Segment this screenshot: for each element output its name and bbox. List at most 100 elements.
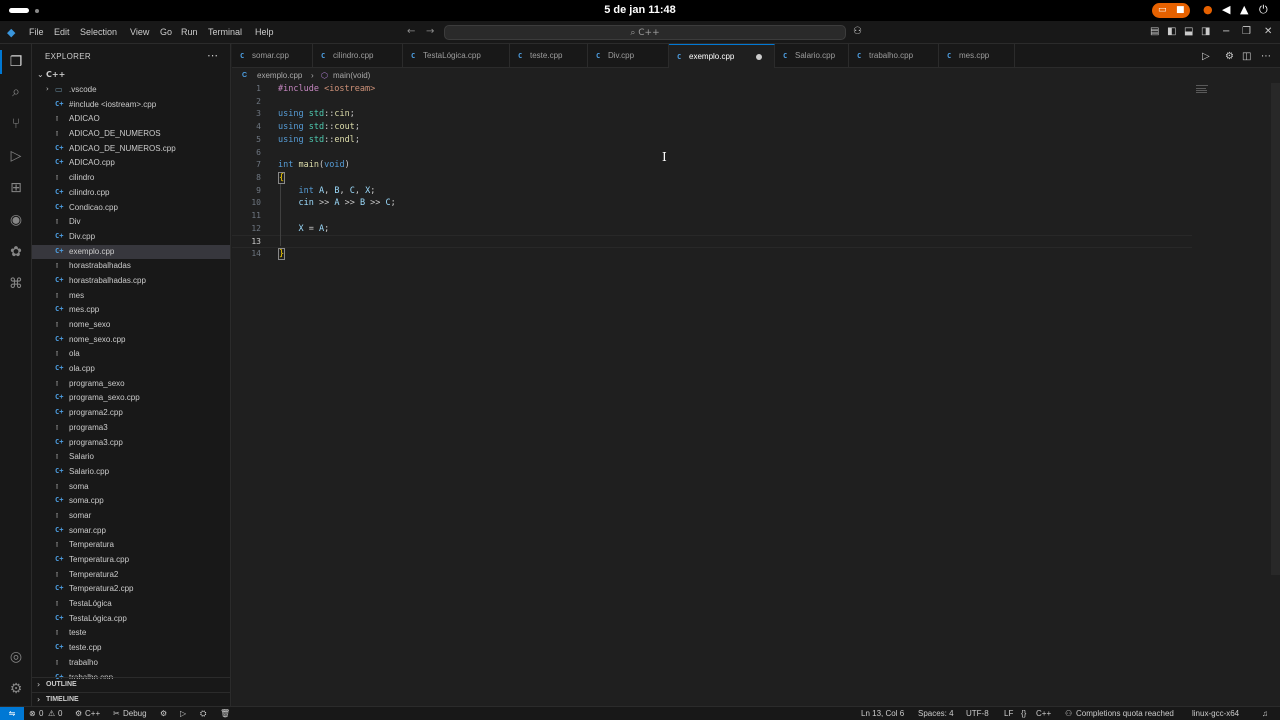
maximize-icon[interactable]: ❐ [1242, 26, 1251, 37]
file-item[interactable]: C+ ADICAO_DE_NUMEROS.cpp [32, 142, 230, 157]
code-line[interactable]: 10 cin >> A >> B >> C; [232, 197, 1192, 210]
accounts-icon[interactable]: ◎ [6, 647, 26, 667]
code-line[interactable]: 11 [232, 210, 1192, 223]
cpp-configuration[interactable]: linux-gcc-x64 [1192, 709, 1239, 718]
file-item[interactable]: C+ Condicao.cpp [32, 201, 230, 216]
file-item[interactable]: ▯ programa_sexo [32, 377, 230, 392]
menu-terminal[interactable]: Terminal [208, 27, 242, 37]
power-icon[interactable]: ⏻ [1259, 3, 1268, 17]
build-icon[interactable]: ⚙ [160, 709, 167, 718]
file-item[interactable]: C+ Salario.cpp [32, 465, 230, 480]
editor-tab[interactable]: Cteste.cpp [510, 44, 588, 68]
code-line[interactable]: 14} [232, 248, 1192, 261]
source-control-icon[interactable]: ⑂ [6, 114, 26, 134]
language-mode[interactable]: C++ [1036, 709, 1051, 718]
code-line[interactable]: 3 using std::cin; [232, 108, 1192, 121]
file-item[interactable]: ▯ mes [32, 289, 230, 304]
chatgpt-icon[interactable]: ✿ [6, 242, 26, 262]
vertical-scrollbar[interactable] [1271, 83, 1280, 575]
file-item[interactable]: C+ Temperatura2.cpp [32, 582, 230, 597]
editor-tab[interactable]: Cmes.cpp [939, 44, 1015, 68]
file-item[interactable]: C+ Temperatura.cpp [32, 553, 230, 568]
menu-go[interactable]: Go [160, 27, 172, 37]
editor-tab[interactable]: C Div.cpp [588, 44, 669, 68]
screen-cast-indicator[interactable]: ▭ ■ [1152, 3, 1190, 18]
workspace-folder-header[interactable]: ⌄ C++ [32, 69, 230, 83]
code-line[interactable]: 9 int A, B, C, X; [232, 185, 1192, 198]
code-line[interactable]: 1 #include <iostream> [232, 83, 1192, 96]
toggle-panel-icon[interactable]: ⬓ [1184, 26, 1193, 37]
warnings-count[interactable]: 0 [58, 709, 62, 718]
toggle-sidebar-icon[interactable]: ◧ [1167, 26, 1176, 37]
menu-run[interactable]: Run [181, 27, 198, 37]
file-item[interactable]: C+ #include <iostream>.cpp [32, 98, 230, 113]
language-status-left[interactable]: C++ [85, 709, 100, 718]
remote-explorer-icon[interactable]: ◉ [6, 210, 26, 230]
code-editor[interactable]: 1 #include <iostream> 2 3 using std::cin; 4 us… [232, 83, 1280, 706]
editor-tab[interactable]: Csomar.cpp [232, 44, 313, 68]
search-icon[interactable]: ⌕ [6, 82, 26, 102]
file-item[interactable]: C+ nome_sexo.cpp [32, 333, 230, 348]
more-actions-icon[interactable]: ⋯ [207, 49, 218, 62]
settings-gear-icon[interactable]: ⚙ [6, 679, 26, 699]
code-line[interactable]: 13 [232, 235, 1192, 249]
volume-icon[interactable]: ◀ [1222, 3, 1230, 16]
code-line[interactable]: 8{ [232, 171, 1192, 185]
split-editor-icon[interactable]: ◫ [1242, 51, 1251, 62]
file-item[interactable]: C+ Div.cpp [32, 230, 230, 245]
breadcrumb-file[interactable]: exemplo.cpp [257, 71, 302, 80]
file-item[interactable]: ▯ cilindro [32, 171, 230, 186]
editor-tab[interactable]: Ccilindro.cpp [313, 44, 403, 68]
warning-icon[interactable]: ⚠ [48, 709, 55, 718]
code-line[interactable]: 2 [232, 96, 1192, 109]
copilot-status[interactable]: Completions quota reached [1076, 709, 1174, 718]
extensions-icon[interactable]: ⊞ [6, 178, 26, 198]
folder-item[interactable]: › ▭ .vscode [32, 83, 230, 98]
file-item[interactable]: C+ ola.cpp [32, 362, 230, 377]
file-item[interactable]: ▯ Temperatura [32, 538, 230, 553]
run-debug-icon[interactable]: ▷ [6, 146, 26, 166]
indentation[interactable]: Spaces: 4 [918, 709, 954, 718]
file-item[interactable]: C+ ADICAO.cpp [32, 156, 230, 171]
file-item[interactable]: ▯ Temperatura2 [32, 568, 230, 583]
delete-icon[interactable]: 🗑 [220, 709, 230, 718]
breadcrumb-symbol[interactable]: main(void) [333, 71, 370, 80]
code-line[interactable]: 5 using std::endl; [232, 134, 1192, 147]
minimap[interactable] [1196, 83, 1266, 113]
close-icon[interactable]: ✕ [1264, 26, 1272, 37]
file-item[interactable]: ▯ somar [32, 509, 230, 524]
debug-bug-icon[interactable]: ⛭ [200, 709, 206, 719]
menu-view[interactable]: View [130, 27, 149, 37]
editor-tab[interactable]: Cexemplo.cpp [669, 44, 775, 68]
code-line[interactable]: 7 int main(void) [232, 159, 1192, 172]
file-item[interactable]: C+ soma.cpp [32, 494, 230, 509]
file-item[interactable]: C+ TestaLógica.cpp [32, 612, 230, 627]
debug-button[interactable]: Debug [123, 709, 147, 718]
settings-gear-icon[interactable]: ⚙ [1225, 51, 1234, 62]
file-item[interactable]: ▯ ADICAO [32, 112, 230, 127]
menu-edit[interactable]: Edit [54, 27, 70, 37]
file-item[interactable]: C+ teste.cpp [32, 641, 230, 656]
file-item[interactable]: C+ somar.cpp [32, 524, 230, 539]
code-line[interactable]: 6 [232, 147, 1192, 160]
back-arrow-icon[interactable]: ← [407, 26, 415, 37]
file-item[interactable]: ▯ teste [32, 626, 230, 641]
command-center-search[interactable]: ⌕ C++ [444, 25, 846, 40]
code-line[interactable]: 12 X = A; [232, 223, 1192, 236]
cursor-position[interactable]: Ln 13, Col 6 [861, 709, 904, 718]
file-item[interactable]: ▯ trabalho [32, 656, 230, 671]
explorer-icon[interactable]: ❐ [6, 52, 26, 72]
problems-count[interactable]: 0 [39, 709, 43, 718]
file-item[interactable]: ▯ ola [32, 347, 230, 362]
file-item[interactable]: C+ cilindro.cpp [32, 186, 230, 201]
encoding[interactable]: UTF-8 [966, 709, 989, 718]
outline-panel-header[interactable]: › OUTLINE [32, 677, 230, 691]
system-clock[interactable]: 5 de jan 11:48 [0, 4, 1280, 16]
file-item[interactable]: C+ exemplo.cpp [32, 244, 230, 260]
menu-file[interactable]: File [29, 27, 44, 37]
run-code-icon[interactable]: ▷ [1202, 51, 1210, 62]
editor-tab[interactable]: Ctrabalho.cpp [849, 44, 939, 68]
customize-layout-icon[interactable]: ▤ [1150, 26, 1159, 37]
minimize-icon[interactable]: − [1222, 26, 1230, 37]
file-item[interactable]: C+ programa_sexo.cpp [32, 391, 230, 406]
